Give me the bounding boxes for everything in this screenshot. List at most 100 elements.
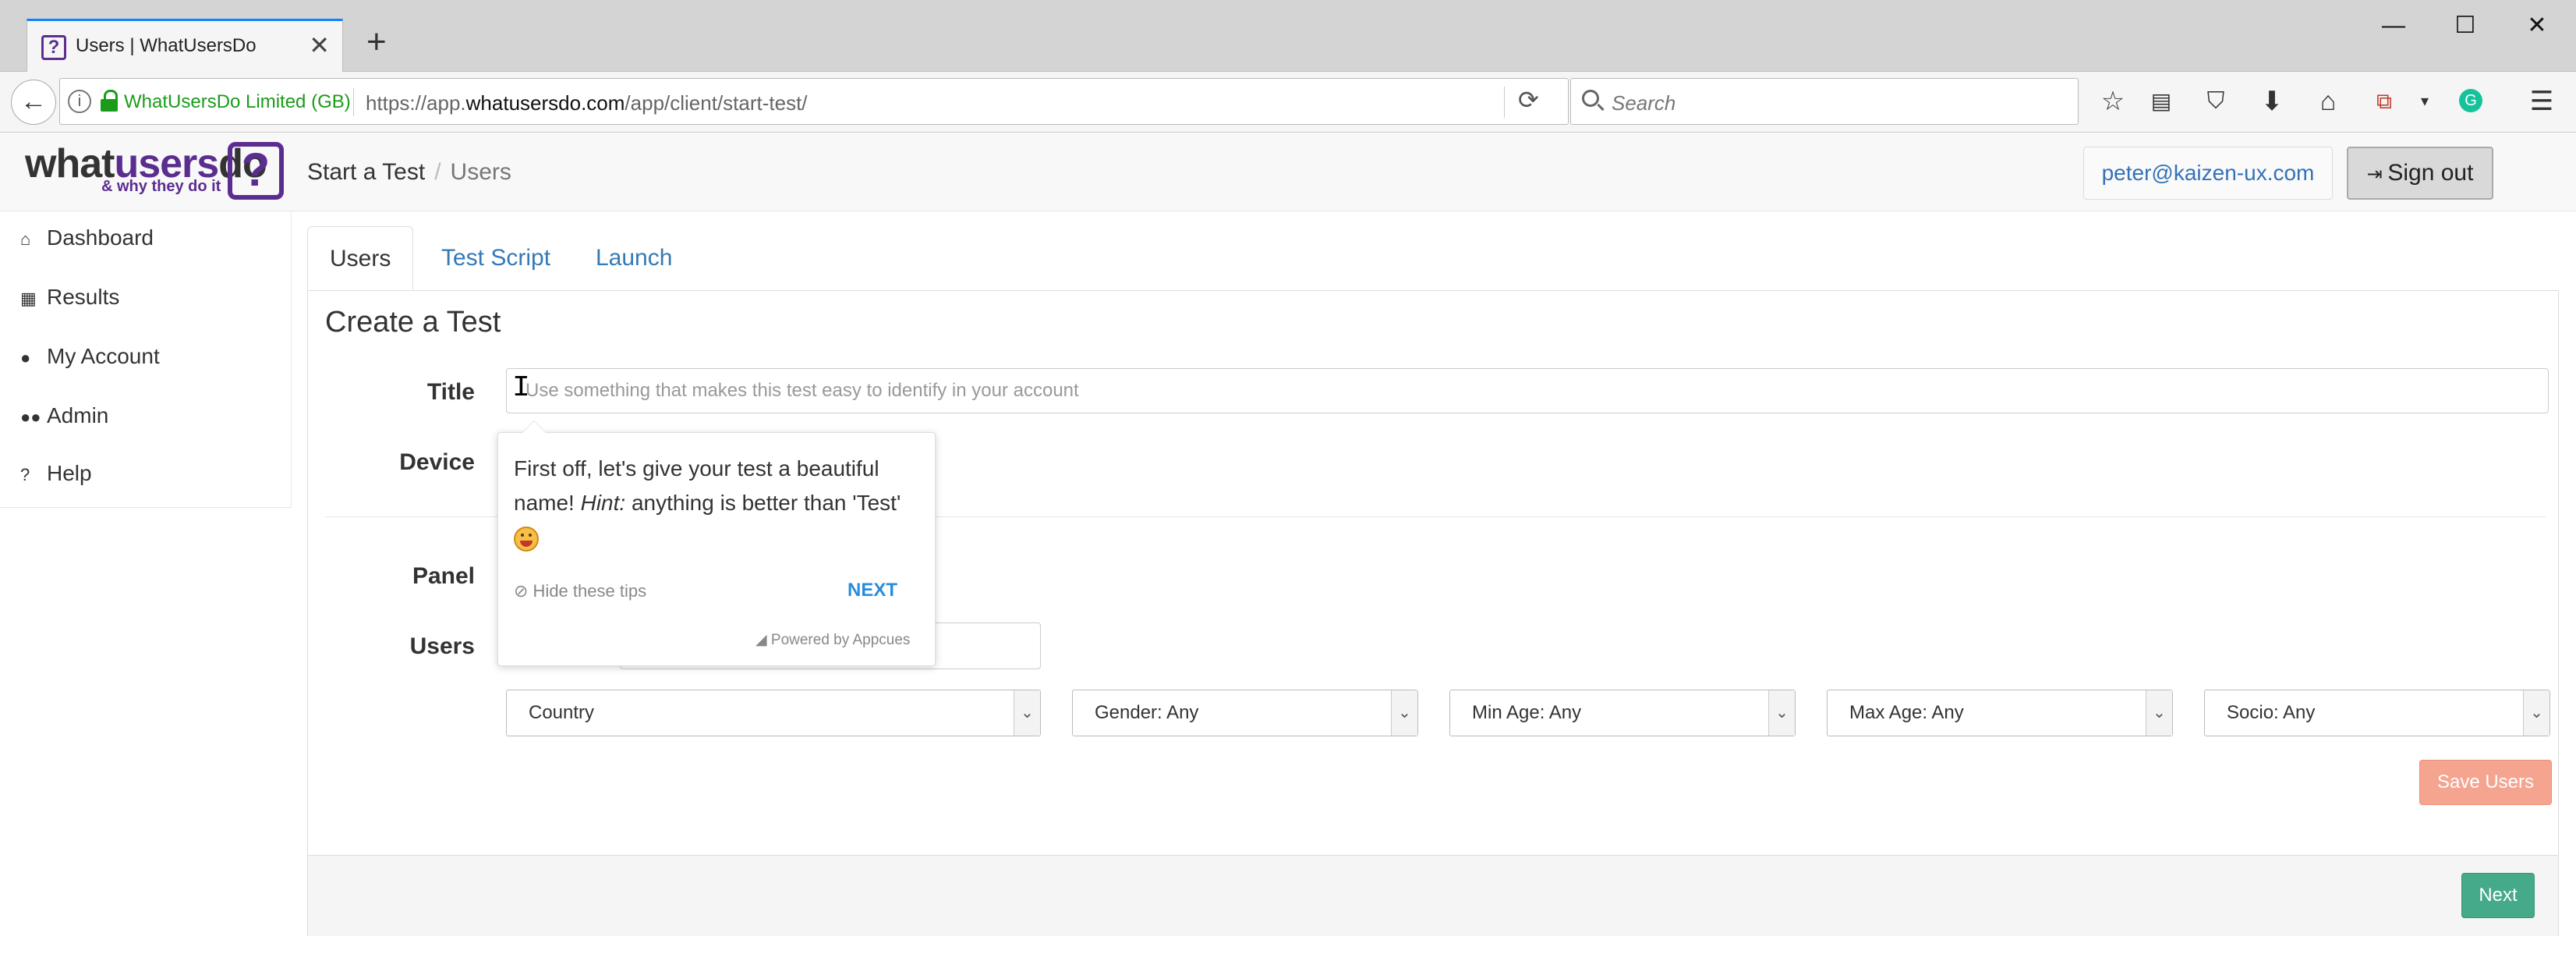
close-tab-icon[interactable]: ✕ (309, 30, 330, 60)
panel-footer: Next (308, 855, 2558, 936)
url-domain: whatusersdo.com (465, 91, 625, 115)
star-icon[interactable]: ☆ (2097, 84, 2128, 119)
home-icon: ⌂ (20, 229, 31, 249)
app-header: whatusersdo & why they do it ? Start a T… (0, 133, 2576, 211)
device-label: Device (399, 449, 475, 475)
chevron-down-icon: ⌄ (2146, 690, 2172, 736)
tooltip-hint: Hint: (580, 491, 626, 515)
panel-label: Panel (412, 563, 475, 589)
tooltip-arrow (522, 420, 547, 433)
pocket-icon[interactable]: ⛉ (2200, 84, 2231, 119)
title-label: Title (426, 379, 475, 405)
breadcrumb-separator: / (434, 159, 441, 185)
logo-tagline: & why they do it (101, 178, 221, 195)
appcues-icon: ◢ (755, 632, 771, 648)
sidebar-item-my-account[interactable]: ● My Account (20, 344, 160, 375)
min-age-select[interactable]: Min Age: Any ⌄ (1449, 690, 1796, 736)
appcues-tooltip: First off, let's give your test a beauti… (497, 420, 936, 666)
sidebar: ⌂ Dashboard ▦ Results ● My Account ●● Admin … (0, 211, 292, 508)
extension-icon[interactable]: ⧉ (2369, 84, 2400, 119)
grinning-emoji-icon (514, 526, 539, 551)
text-cursor-icon: I (512, 371, 530, 405)
maximize-icon[interactable]: ☐ (2434, 8, 2496, 44)
minimize-icon[interactable]: — (2362, 8, 2425, 44)
search-bar[interactable]: Search (1570, 78, 2079, 125)
socio-select[interactable]: Socio: Any ⌄ (2204, 690, 2550, 736)
sign-out-icon: ⇥ (2366, 164, 2388, 185)
tab-launch[interactable]: Launch (574, 226, 694, 290)
tooltip-text-2: anything is better than 'Test' (625, 491, 901, 515)
sidebar-item-label: Admin (47, 403, 109, 427)
page-title: Create a Test (325, 306, 501, 339)
chevron-down-icon: ⌄ (2523, 690, 2549, 736)
chevron-down-icon: ⌄ (1768, 690, 1795, 736)
tooltip-next-button[interactable]: NEXT (847, 580, 897, 601)
breadcrumb-users: Users (450, 159, 511, 185)
back-button[interactable]: ← (11, 80, 56, 125)
select-value: Max Age: Any (1849, 702, 1964, 723)
gender-select[interactable]: Gender: Any ⌄ (1072, 690, 1418, 736)
help-icon: ? (20, 465, 30, 484)
tab-users[interactable]: Users (307, 226, 414, 290)
sidebar-item-label: My Account (47, 344, 160, 368)
browser-titlebar: ? Users | WhatUsersDo ✕ + — ☐ ✕ (0, 0, 2576, 72)
browser-tab[interactable]: ? Users | WhatUsersDo ✕ (27, 19, 343, 72)
select-value: Socio: Any (2227, 702, 2316, 723)
menu-icon[interactable]: ☰ (2526, 84, 2557, 119)
tab-test-script[interactable]: Test Script (419, 226, 572, 290)
user-icon: ● (20, 348, 31, 367)
sidebar-item-admin[interactable]: ●● Admin (20, 403, 108, 434)
hide-icon: ⊘ (514, 581, 533, 601)
sidebar-item-help[interactable]: ? Help (20, 461, 92, 492)
chevron-down-icon: ⌄ (1391, 690, 1417, 736)
next-button[interactable]: Next (2461, 873, 2535, 918)
url-path: /app/client/start-test/ (625, 91, 808, 115)
search-placeholder: Search (1612, 91, 1676, 115)
url-divider (353, 88, 354, 116)
dropdown-icon[interactable]: ▾ (2409, 84, 2440, 119)
tooltip-body: First off, let's give your test a beauti… (514, 452, 919, 555)
powered-by-appcues[interactable]: ◢ Powered by Appcues (755, 631, 910, 649)
home-icon[interactable]: ⌂ (2312, 84, 2344, 119)
max-age-select[interactable]: Max Age: Any ⌄ (1827, 690, 2173, 736)
site-identity[interactable]: WhatUsersDo Limited (GB) (124, 91, 351, 113)
hide-tips-link[interactable]: ⊘ Hide these tips (514, 581, 646, 601)
url-reload-divider (1504, 87, 1505, 118)
new-tab-icon[interactable]: + (366, 25, 387, 59)
sidebar-item-results[interactable]: ▦ Results (20, 285, 119, 316)
lock-icon (101, 90, 119, 113)
reader-icon[interactable]: ▤ (2146, 84, 2177, 119)
breadcrumb-start-test[interactable]: Start a Test (307, 159, 425, 185)
user-email[interactable]: peter@kaizen-ux.com (2083, 147, 2333, 200)
chevron-down-icon: ⌄ (1014, 690, 1040, 736)
results-icon: ▦ (20, 289, 37, 308)
url-prefix: https://app. (366, 91, 466, 115)
search-icon (1582, 90, 1599, 107)
sidebar-item-dashboard[interactable]: ⌂ Dashboard (20, 225, 154, 257)
sign-out-button[interactable]: ⇥ Sign out (2347, 147, 2493, 200)
window-close-icon[interactable]: ✕ (2506, 8, 2568, 44)
tab-title: Users | WhatUsersDo (76, 35, 257, 56)
logo-question-icon: ? (228, 142, 284, 200)
sidebar-item-label: Dashboard (47, 225, 154, 250)
url-text[interactable]: https://app.whatusersdo.com/app/client/s… (366, 91, 808, 115)
sidebar-item-label: Help (47, 461, 92, 485)
hide-tips-label: Hide these tips (533, 581, 647, 601)
powered-label: Powered by Appcues (770, 632, 911, 648)
download-icon[interactable]: ⬇ (2256, 84, 2288, 119)
sign-out-label: Sign out (2387, 160, 2474, 186)
favicon-icon: ? (41, 35, 66, 60)
browser-navbar: ← i WhatUsersDo Limited (GB) https://app… (0, 72, 2576, 133)
users-icon: ●● (20, 407, 41, 427)
breadcrumb: Start a Test / Users (307, 159, 511, 186)
info-icon[interactable]: i (68, 90, 91, 113)
select-value: Gender: Any (1095, 702, 1199, 723)
save-users-button[interactable]: Save Users (2419, 760, 2552, 805)
grammarly-icon[interactable]: G (2459, 89, 2482, 112)
reload-icon[interactable]: ⟳ (1518, 85, 1539, 115)
country-select[interactable]: Country ⌄ (506, 690, 1041, 736)
url-bar[interactable]: i WhatUsersDo Limited (GB) https://app.w… (59, 78, 1569, 125)
users-label: Users (409, 633, 475, 659)
select-value: Country (529, 702, 595, 723)
title-input[interactable] (506, 368, 2549, 413)
